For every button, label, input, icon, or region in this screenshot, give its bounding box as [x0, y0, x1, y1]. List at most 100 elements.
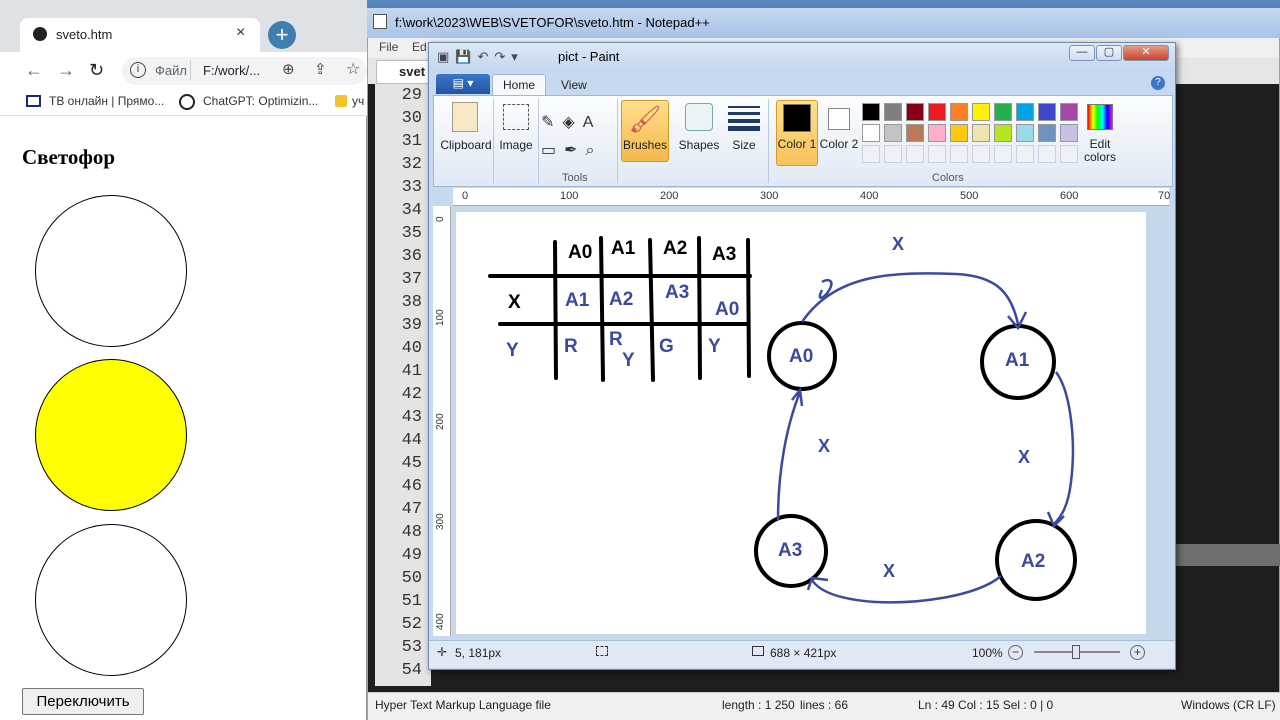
reload-button[interactable]: ↻ [89, 60, 104, 81]
palette-color[interactable] [1060, 124, 1078, 142]
palette-empty[interactable] [928, 145, 946, 163]
ruler-tick: 70 [1158, 190, 1171, 202]
shapes-label[interactable]: Shapes [676, 138, 722, 152]
palette-empty[interactable] [1016, 145, 1034, 163]
palette-color[interactable] [950, 103, 968, 121]
notepad-file-tab-label: svet [399, 64, 426, 79]
table-line [553, 240, 558, 380]
tab-home[interactable]: Home [492, 74, 546, 96]
menu-edit[interactable]: Ed [412, 40, 427, 54]
address-scheme: Файл [155, 63, 187, 78]
share-icon[interactable]: ⇪ [314, 60, 327, 78]
header-a3: A3 [712, 244, 736, 265]
palette-empty[interactable] [972, 145, 990, 163]
palette-empty[interactable] [1060, 145, 1078, 163]
palette-color[interactable] [1016, 103, 1034, 121]
help-icon[interactable]: ? [1151, 76, 1165, 90]
palette-empty[interactable] [950, 145, 968, 163]
bookmark-folder[interactable]: уч [352, 94, 364, 108]
image-label[interactable]: Image [496, 138, 536, 152]
line-number: 52 [401, 615, 422, 634]
new-tab-button[interactable]: + [268, 21, 296, 49]
info-icon[interactable]: i [130, 62, 146, 78]
cell-x-a2: A3 [665, 282, 689, 303]
bookmark-chatgpt[interactable]: ChatGPT: Optimizin... [203, 94, 318, 108]
palette-color[interactable] [994, 103, 1012, 121]
tab-view[interactable]: View [561, 78, 587, 92]
color2-swatch[interactable] [828, 108, 850, 130]
tools-icons[interactable]: ✎◈A ▭✒⌕ [541, 109, 621, 165]
palette-color[interactable] [884, 124, 902, 142]
zoom-slider-thumb[interactable] [1072, 645, 1080, 659]
edge-label-a1-a2: X [1018, 447, 1030, 467]
palette-color[interactable] [906, 124, 924, 142]
clipboard-icon[interactable] [452, 102, 478, 132]
state-diagram-drawing: A0 A1 A2 A3 X A1 A2 A3 A0 Y R R Y G Y A0… [488, 234, 1077, 604]
palette-color[interactable] [1038, 124, 1056, 142]
palette-color[interactable] [972, 124, 990, 142]
line-number: 40 [401, 339, 422, 358]
edit-colors-label[interactable]: Edit colors [1078, 138, 1122, 164]
status-lines: lines : 66 [800, 698, 849, 712]
palette-color[interactable] [950, 124, 968, 142]
color2-label[interactable]: Color 2 [818, 138, 860, 151]
ribbon-separator [768, 99, 769, 183]
palette-color[interactable] [1038, 103, 1056, 121]
palette-color[interactable] [906, 103, 924, 121]
line-number: 30 [401, 109, 422, 128]
palette-empty[interactable] [862, 145, 880, 163]
palette-color[interactable] [1016, 124, 1034, 142]
maximize-button[interactable]: ▢ [1096, 45, 1122, 61]
address-url[interactable]: F:/work/... [203, 63, 260, 78]
line-number: 48 [401, 523, 422, 542]
menu-file[interactable]: File [379, 40, 398, 54]
traffic-light-red [35, 195, 187, 347]
edit-colors-icon[interactable] [1087, 104, 1113, 130]
palette-color[interactable] [928, 124, 946, 142]
line-number: 53 [401, 638, 422, 657]
palette-color[interactable] [994, 124, 1012, 142]
arrow-a2-a3 [810, 575, 1002, 604]
brush-icon: 🖌 [628, 104, 662, 134]
status-length: length : 1 250 [722, 698, 795, 712]
palette-color[interactable] [884, 103, 902, 121]
close-button[interactable]: ✕ [1123, 45, 1169, 61]
tv-icon [26, 95, 41, 107]
shapes-icon[interactable] [685, 103, 713, 131]
forward-button[interactable]: → [57, 60, 75, 81]
palette-color[interactable] [862, 124, 880, 142]
size-icon[interactable] [728, 104, 760, 131]
quick-access-toolbar[interactable]: ▣💾↶↷▾ [437, 49, 524, 65]
back-button[interactable]: ← [25, 60, 43, 81]
minimize-button[interactable]: — [1069, 45, 1095, 61]
zoom-out-button[interactable]: − [1008, 645, 1023, 660]
bookmark-tv[interactable]: ТВ онлайн | Прямо... [49, 94, 164, 108]
line-number: 44 [401, 431, 422, 450]
palette-color[interactable] [928, 103, 946, 121]
clipboard-label[interactable]: Clipboard [440, 138, 492, 152]
cell-y-a0: R [564, 336, 578, 357]
palette-color[interactable] [862, 103, 880, 121]
palette-color[interactable] [1060, 103, 1078, 121]
line-number: 37 [401, 270, 422, 289]
palette-empty[interactable] [906, 145, 924, 163]
cell-y-a1-r: R [609, 329, 623, 350]
color1-swatch [783, 104, 811, 132]
palette-color[interactable] [972, 103, 990, 121]
zoom-icon[interactable]: ⊕ [282, 60, 295, 78]
arrow-a3-a0 [776, 391, 802, 521]
select-icon[interactable] [503, 104, 529, 130]
palette-empty[interactable] [884, 145, 902, 163]
palette-empty[interactable] [1038, 145, 1056, 163]
line-number: 45 [401, 454, 422, 473]
paint-menu-button[interactable]: ▤ ▾ [436, 74, 490, 94]
table-values: A1 A2 A3 A0 Y R R Y G Y [506, 282, 739, 371]
palette-empty[interactable] [994, 145, 1012, 163]
bookmark-star-icon[interactable]: ☆ [346, 59, 360, 79]
line-number: 51 [401, 592, 422, 611]
ruler-tick: 500 [960, 190, 979, 202]
zoom-in-button[interactable]: + [1130, 645, 1145, 660]
close-tab-icon[interactable]: × [236, 24, 245, 42]
switch-button[interactable]: Переключить [22, 688, 144, 715]
size-label[interactable]: Size [726, 138, 762, 152]
